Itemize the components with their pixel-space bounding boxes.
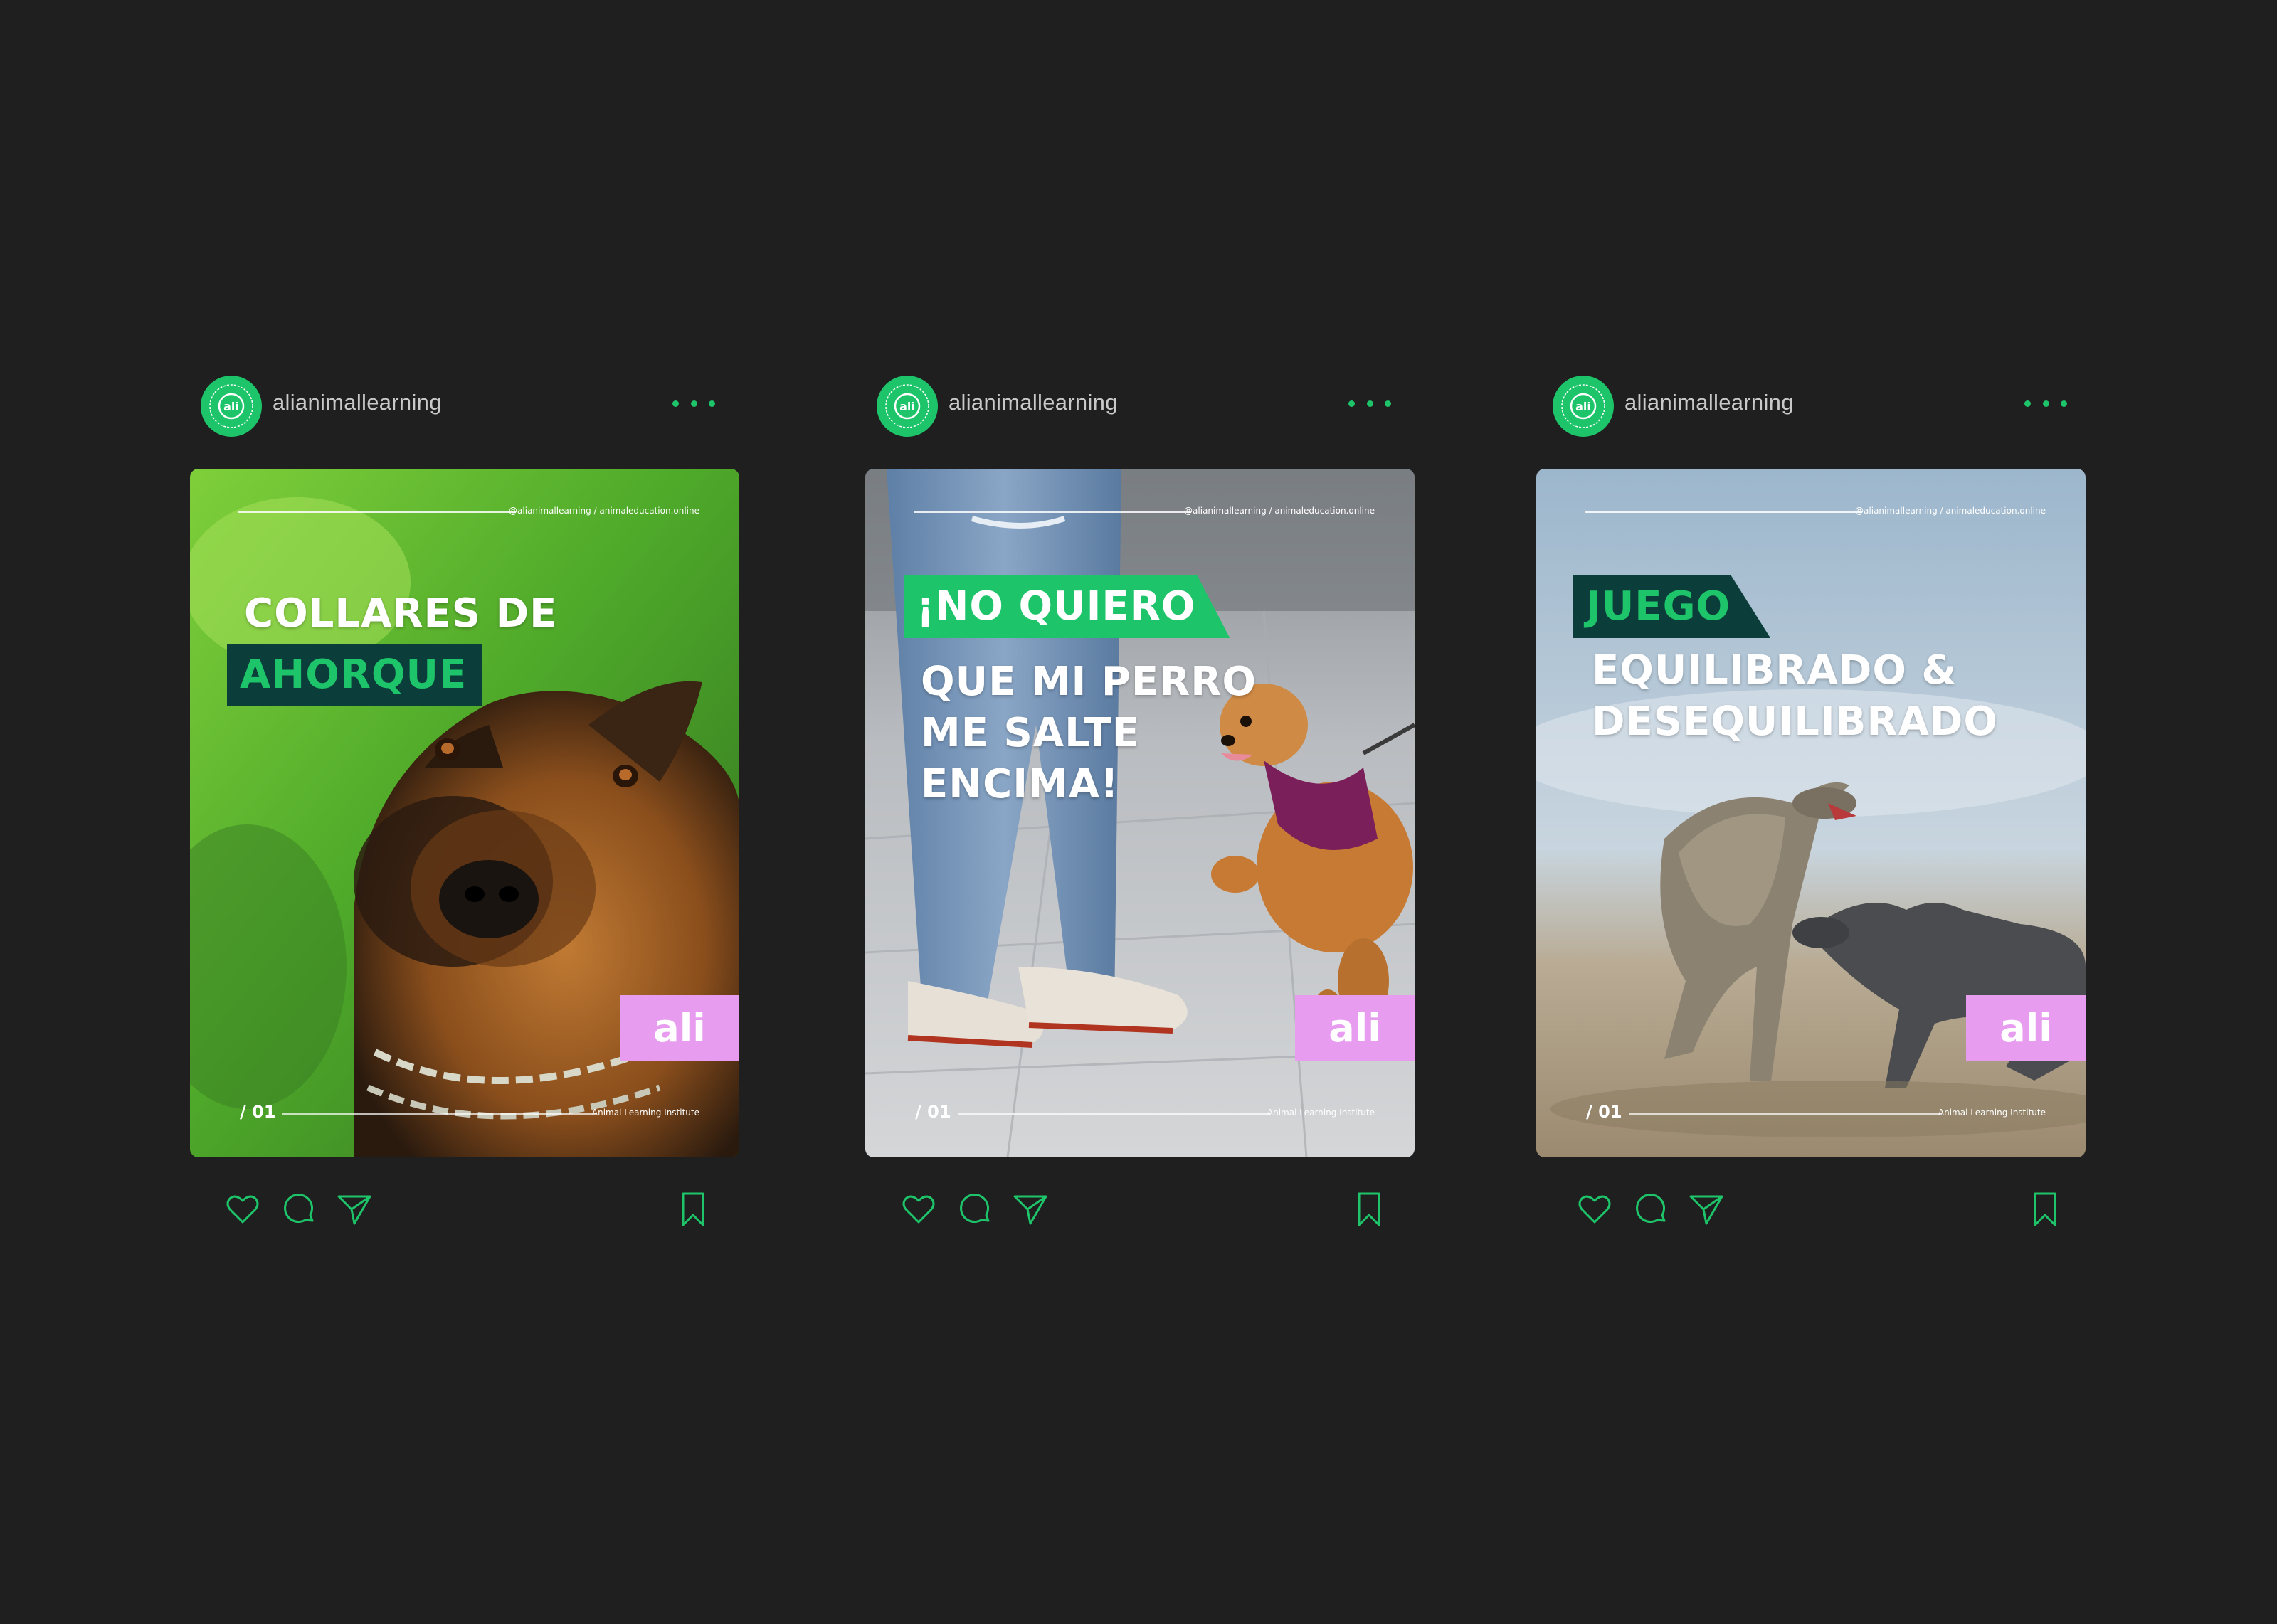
divider bbox=[1629, 1113, 1942, 1115]
dot-icon bbox=[2061, 400, 2067, 407]
dot-icon bbox=[1348, 400, 1355, 407]
post-image[interactable]: @alianimallearning / animaleducation.onl… bbox=[1536, 469, 2086, 1157]
headline-line: DESEQUILIBRADO bbox=[1592, 699, 1998, 745]
dot-icon bbox=[1385, 400, 1391, 407]
post-image[interactable]: @alianimallearning / animaleducation.onl… bbox=[190, 469, 739, 1157]
post-header: ali alianimallearning bbox=[1541, 371, 2096, 437]
bookmark-icon[interactable] bbox=[2025, 1189, 2065, 1229]
heart-icon[interactable] bbox=[1575, 1189, 1615, 1229]
username[interactable]: alianimallearning bbox=[949, 390, 1118, 415]
post-header: ali alianimallearning bbox=[189, 371, 744, 437]
institute-text: Animal Learning Institute bbox=[1938, 1108, 2046, 1118]
divider bbox=[238, 511, 516, 513]
handle-text: @alianimallearning / animaleducation.onl… bbox=[1184, 506, 1375, 516]
ali-logo-icon: ali bbox=[202, 377, 260, 435]
paper-plane-icon[interactable] bbox=[1686, 1189, 1726, 1229]
ali-logo-icon: ali bbox=[1554, 377, 1612, 435]
slide-number: / 01 bbox=[915, 1102, 951, 1122]
headline-line: ENCIMA! bbox=[921, 761, 1119, 807]
post-actions bbox=[189, 1189, 744, 1239]
bookmark-icon[interactable] bbox=[1349, 1189, 1389, 1229]
divider bbox=[958, 1113, 1271, 1115]
ali-badge: ali bbox=[620, 995, 739, 1061]
avatar[interactable]: ali bbox=[1553, 376, 1614, 437]
handle-text: @alianimallearning / animaleducation.onl… bbox=[509, 506, 699, 516]
username[interactable]: alianimallearning bbox=[1624, 390, 1794, 415]
comment-bubble-icon[interactable] bbox=[955, 1189, 995, 1229]
bookmark-icon[interactable] bbox=[673, 1189, 713, 1229]
dot-icon bbox=[2042, 400, 2049, 407]
post-card-3: ali alianimallearning @alianimallearning… bbox=[1536, 371, 2096, 1253]
dot-icon bbox=[1366, 400, 1373, 407]
divider bbox=[1585, 511, 1862, 513]
paper-plane-icon[interactable] bbox=[334, 1189, 374, 1229]
more-options-button[interactable] bbox=[2024, 393, 2067, 414]
more-options-button[interactable] bbox=[1348, 393, 1391, 414]
ali-badge: ali bbox=[1966, 995, 2086, 1061]
paper-plane-icon[interactable] bbox=[1010, 1189, 1050, 1229]
handle-text: @alianimallearning / animaleducation.onl… bbox=[1855, 506, 2046, 516]
headline-line: QUE MI PERRO bbox=[921, 659, 1257, 705]
dot-icon bbox=[690, 400, 697, 407]
headline-line: COLLARES DE bbox=[244, 590, 558, 637]
post-card-1: ali alianimallearning @alianimallearning… bbox=[189, 371, 744, 1253]
headline-line: ME SALTE bbox=[921, 710, 1141, 756]
post-actions bbox=[1541, 1189, 2096, 1239]
comment-bubble-icon[interactable] bbox=[279, 1189, 319, 1229]
svg-text:ali: ali bbox=[1575, 400, 1591, 413]
avatar[interactable]: ali bbox=[201, 376, 262, 437]
heart-icon[interactable] bbox=[899, 1189, 939, 1229]
institute-text: Animal Learning Institute bbox=[1267, 1108, 1375, 1118]
avatar[interactable]: ali bbox=[877, 376, 938, 437]
headline-highlight: ¡NO QUIERO bbox=[904, 575, 1230, 638]
more-options-button[interactable] bbox=[672, 393, 715, 414]
institute-text: Animal Learning Institute bbox=[591, 1108, 699, 1118]
svg-text:ali: ali bbox=[223, 400, 239, 413]
username[interactable]: alianimallearning bbox=[273, 390, 442, 415]
ali-logo-icon: ali bbox=[878, 377, 936, 435]
ali-badge: ali bbox=[1295, 995, 1415, 1061]
post-header: ali alianimallearning bbox=[865, 371, 1420, 437]
slide-number: / 01 bbox=[240, 1102, 276, 1122]
dot-icon bbox=[2024, 400, 2031, 407]
headline-highlight: AHORQUE bbox=[227, 644, 483, 706]
slide-number: / 01 bbox=[1586, 1102, 1622, 1122]
comment-bubble-icon[interactable] bbox=[1631, 1189, 1671, 1229]
divider bbox=[282, 1113, 596, 1115]
dot-icon bbox=[709, 400, 715, 407]
post-image[interactable]: @alianimallearning / animaleducation.onl… bbox=[865, 469, 1415, 1157]
dot-icon bbox=[672, 400, 679, 407]
post-actions bbox=[865, 1189, 1420, 1239]
heart-icon[interactable] bbox=[223, 1189, 263, 1229]
post-card-2: ali alianimallearning @alianimallearning… bbox=[865, 371, 1420, 1253]
divider bbox=[914, 511, 1191, 513]
headline-line: EQUILIBRADO & bbox=[1592, 647, 1958, 694]
svg-text:ali: ali bbox=[899, 400, 915, 413]
